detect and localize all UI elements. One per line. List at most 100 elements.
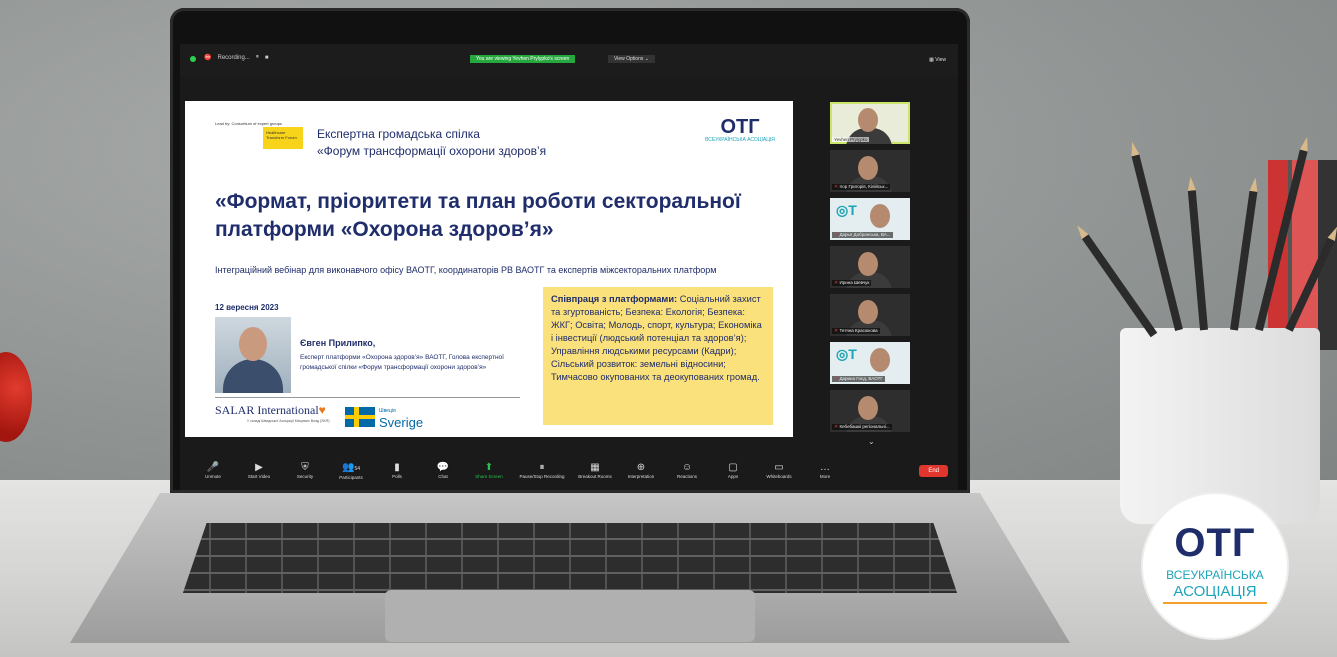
globe-icon: ⊕: [636, 462, 646, 473]
cooperation-text: Соціальний захист та згуртованість; Безп…: [551, 294, 762, 382]
muted-mic-icon: ✕: [834, 184, 839, 190]
more-icon: …: [820, 462, 830, 473]
divider: [215, 397, 520, 398]
view-button-label: View: [935, 57, 946, 63]
otg-association-logo: ОТГ ВСЕУКРАЇНСЬКА АСОЦІАЦІЯ: [1143, 494, 1287, 638]
participant-tile[interactable]: ✕ Тетяна Красюкова: [830, 294, 910, 336]
status-dot: [190, 56, 196, 62]
pause-stop-recording-label: Pause/Stop Recording: [519, 474, 565, 479]
pause-icon[interactable]: ⏸: [256, 54, 259, 61]
participant-name: ✕ Кебебашкі регіональні...: [832, 424, 892, 430]
salar-text: SALAR International: [215, 403, 319, 417]
view-options-button[interactable]: View Options ⌄: [608, 55, 655, 63]
organization-title: Експертна громадська спілка «Форум транс…: [317, 126, 546, 160]
muted-mic-icon: ✕: [834, 376, 839, 382]
apps-label: Apps: [727, 474, 739, 479]
speaker-name: Євген Прилипко,: [300, 338, 376, 348]
apps-button[interactable]: ▢ Apps: [710, 462, 756, 480]
laptop-trackpad: [385, 590, 755, 642]
muted-mic-icon: ✕: [834, 232, 839, 238]
participant-name-text: Ігор Григорів, Кілійськ...: [839, 184, 889, 189]
sweden-logo: Швеція Sverige: [345, 405, 423, 429]
participants-button[interactable]: 👥54 Participants: [328, 462, 374, 481]
participant-name: Yevhen Prylypko: [832, 137, 870, 142]
participant-name-text: Ирина Шевчук: [839, 280, 870, 285]
unmute-button[interactable]: 🎤 Unmute: [190, 462, 236, 480]
participant-name: ✕ Тетяна Красюкова: [832, 328, 880, 334]
otg-badge-line2: АСОЦІАЦІЯ: [1173, 583, 1257, 600]
breakout-rooms-label: Breakout Rooms: [578, 474, 612, 479]
chevron-down-icon[interactable]: ⌄: [868, 437, 875, 446]
pause-stop-recording-button[interactable]: ⏸ Pause/Stop Recording: [512, 462, 572, 480]
otg-badge-line1: ВСЕУКРАЇНСЬКА: [1166, 568, 1264, 582]
participant-tile[interactable]: ✕ Ігор Григорів, Кілійськ...: [830, 150, 910, 192]
sweden-big: Sverige: [379, 415, 424, 430]
security-button[interactable]: ⛨ Security: [282, 462, 328, 480]
participant-tile[interactable]: ✕ Ирина Шевчук: [830, 246, 910, 288]
speaker-photo: [215, 317, 291, 393]
sweden-flag-icon: [345, 407, 375, 427]
whiteboards-button[interactable]: ▭ Whiteboards: [756, 462, 802, 480]
recording-indicator[interactable]: ⛔ Recording... ⏸ ■: [204, 54, 268, 61]
participant-name: ✕ Ирина Шевчук: [832, 280, 872, 286]
participant-face: [870, 348, 890, 372]
unmute-label: Unmute: [205, 474, 221, 479]
interpretation-label: Interpretation: [627, 474, 655, 479]
view-button[interactable]: ▦ View: [929, 57, 946, 63]
polls-button[interactable]: ▮ Polls: [374, 462, 420, 480]
breakout-rooms-button[interactable]: ▦ Breakout Rooms: [572, 462, 618, 480]
reactions-button[interactable]: ☺ Reactions: [664, 462, 710, 480]
org-line-1: Експертна громадська спілка: [317, 127, 480, 141]
hfr-logo: Healthcare Transform Forum: [263, 127, 303, 149]
security-label: Security: [296, 474, 314, 479]
zoom-toolbar: 🎤 Unmute ▶ Start Video ⛨ Security 👥54 Partic…: [180, 452, 958, 490]
muted-mic-icon: ✕: [834, 328, 839, 334]
start-video-button[interactable]: ▶ Start Video: [236, 462, 282, 480]
participant-name: ✕ Дарина Гнєд, ВАОТГ: [832, 376, 885, 382]
participant-name: ✕ Дарья Добранська, ВА...: [832, 232, 893, 238]
end-button[interactable]: End: [919, 465, 948, 477]
grid-icon: ▦: [590, 462, 600, 473]
muted-mic-icon: ✕: [834, 424, 839, 430]
participant-tile[interactable]: ◎T ✕ Дарья Добранська, ВА...: [830, 198, 910, 240]
otg-logo-letters: ОТГ: [720, 116, 760, 138]
whiteboards-label: Whiteboards: [766, 474, 792, 479]
participant-face: [858, 396, 878, 420]
interpretation-button[interactable]: ⊕ Interpretation: [618, 462, 664, 480]
participants-strip: Yevhen Prylypko ✕ Ігор Григорів, Кілійсь…: [830, 102, 918, 438]
otg-badge-letters: ОТГ: [1174, 521, 1256, 565]
zoom-window: ⛔ Recording... ⏸ ■ You are viewing Yevhe…: [180, 44, 958, 490]
recording-label: Recording...: [217, 54, 250, 61]
otg-avatar-icon: ◎T: [836, 202, 857, 218]
share-screen-button[interactable]: ⬆ Share Screen: [466, 462, 512, 480]
salar-logo: SALAR International♥: [215, 403, 326, 418]
otg-logo-caption: ВСЕУКРАЇНСЬКА АСОЦІАЦІЯ: [705, 137, 775, 143]
stop-icon[interactable]: ■: [265, 55, 269, 61]
participant-tile[interactable]: Yevhen Prylypko: [830, 102, 910, 144]
slide-date: 12 вересня 2023: [215, 303, 279, 312]
heart-icon: ♥: [318, 403, 326, 417]
mic-icon: 🎤: [206, 462, 220, 473]
participant-name-text: Тетяна Красюкова: [839, 328, 878, 333]
speaker-body: [223, 359, 283, 393]
recording-icon: ⛔: [204, 55, 212, 61]
video-icon: ▶: [255, 462, 263, 473]
view-options-label: View Options: [614, 56, 644, 62]
smile-icon: ☺: [681, 462, 693, 473]
participant-tile[interactable]: ◎T ✕ Дарина Гнєд, ВАОТГ: [830, 342, 910, 384]
participant-tile[interactable]: ✕ Кебебашкі регіональні...: [830, 390, 910, 432]
shared-slide: Lead by: Consortium of expert groups Hea…: [185, 101, 793, 437]
slide-subtitle: Інтеграційний вебінар для виконавчого оф…: [215, 265, 717, 275]
muted-mic-icon: ✕: [834, 280, 839, 286]
chat-icon: 💬: [436, 462, 450, 473]
participant-face: [858, 156, 878, 180]
more-button[interactable]: … More: [802, 462, 848, 480]
apps-icon: ▢: [728, 462, 738, 473]
otg-avatar-icon: ◎T: [836, 346, 857, 362]
pause-icon: ⏸: [539, 462, 545, 473]
participant-name-text: Дарья Добранська, ВА...: [839, 232, 891, 237]
chat-button[interactable]: 💬 Chat: [420, 462, 466, 480]
zoom-top-bar: ⛔ Recording... ⏸ ■ You are viewing Yevhe…: [180, 44, 958, 76]
otg-slide-logo: ОТГ ВСЕУКРАЇНСЬКА АСОЦІАЦІЯ: [705, 117, 775, 143]
share-screen-icon: ⬆: [484, 462, 494, 473]
